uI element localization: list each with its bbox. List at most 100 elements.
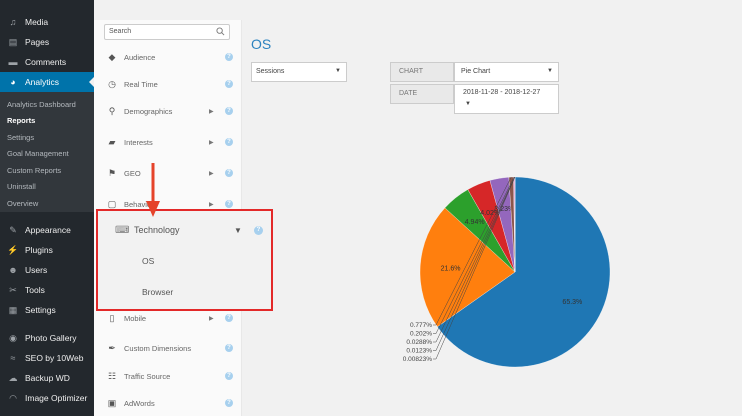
mobile-icon: ▯ bbox=[109, 312, 115, 323]
chevron-right-icon[interactable]: ▶ bbox=[209, 315, 214, 322]
report-menu-item-traffic-source[interactable]: ☷ Traffic Source? bbox=[94, 368, 242, 384]
help-icon[interactable]: ? bbox=[225, 53, 233, 61]
wp-menu-item-backup-wd[interactable]: ☁ Backup WD bbox=[0, 368, 94, 388]
search-icon[interactable] bbox=[216, 27, 225, 36]
wp-menu-item-label: Appearance bbox=[25, 225, 71, 235]
wp-menu-item-settings[interactable]: ▦ Settings bbox=[0, 300, 94, 320]
help-icon[interactable]: ? bbox=[225, 314, 233, 322]
photo-gallery-icon: ◉ bbox=[9, 332, 17, 343]
pie-slice-label: 4.94% bbox=[465, 219, 485, 226]
help-icon[interactable]: ? bbox=[225, 372, 233, 380]
wp-menu-item-users[interactable]: ☻ Users bbox=[0, 260, 94, 280]
metric-select-value: Sessions bbox=[256, 68, 285, 75]
report-menu-item-mobile[interactable]: ▯ Mobile ▶? bbox=[94, 310, 242, 326]
wp-menu-item-comments[interactable]: ▬ Comments bbox=[0, 52, 94, 72]
custom-dimensions-icon: ✒ bbox=[108, 342, 116, 353]
report-menu-item-custom-dimensions[interactable]: ✒ Custom Dimensions? bbox=[94, 340, 242, 356]
report-menu-item-interests[interactable]: ▰ Interests ▶? bbox=[94, 134, 242, 150]
search-input[interactable]: Search bbox=[104, 24, 230, 40]
wp-menu-item-pages[interactable]: ▤ Pages bbox=[0, 32, 94, 52]
wp-menu-item-label: Photo Gallery bbox=[25, 333, 77, 343]
chevron-right-icon[interactable]: ▶ bbox=[209, 108, 214, 115]
wp-menu-item-label: Tools bbox=[25, 285, 45, 295]
wp-menu-item-media[interactable]: ♫ Media bbox=[0, 12, 94, 32]
settings-icon: ▦ bbox=[8, 304, 18, 315]
backup-icon: ☁ bbox=[8, 372, 18, 383]
wp-menu-item-appearance[interactable]: ✎ Appearance bbox=[0, 220, 94, 240]
report-menu-item-label: Demographics bbox=[124, 106, 173, 116]
appearance-icon: ✎ bbox=[9, 224, 17, 235]
wp-menu-item-label: Analytics bbox=[25, 77, 60, 87]
traffic-source-icon: ☷ bbox=[107, 370, 117, 381]
help-icon[interactable]: ? bbox=[225, 138, 233, 146]
wp-admin-sidebar: Analytics Dashboard Reports Settings Goal M… bbox=[0, 0, 94, 416]
chart-type-select[interactable]: Pie Chart ▼ bbox=[454, 62, 559, 82]
report-menu-item-label: Interests bbox=[124, 137, 153, 147]
technology-icon: ⌨ bbox=[115, 224, 130, 236]
wp-menu-item-analytics[interactable]: ◕ Analytics bbox=[0, 72, 94, 92]
wp-menu-item-seo-by-10web[interactable]: ≈ SEO by 10Web bbox=[0, 348, 94, 368]
chart-label: CHART bbox=[390, 62, 454, 82]
report-menu-item-adwords[interactable]: ▣ AdWords? bbox=[94, 395, 242, 411]
chevron-right-icon[interactable]: ▶ bbox=[209, 201, 214, 208]
help-icon[interactable]: ? bbox=[225, 80, 233, 88]
wp-menu-item-photo-gallery[interactable]: ◉ Photo Gallery bbox=[0, 328, 94, 348]
wp-menu-item-label: Comments bbox=[25, 57, 67, 67]
pie-slice-label: 0.0288% bbox=[406, 339, 432, 346]
wp-menu-item-label: SEO by 10Web bbox=[25, 353, 84, 363]
caret-down-icon: ▼ bbox=[465, 101, 471, 107]
chevron-right-icon[interactable]: ▶ bbox=[209, 170, 214, 177]
wp-submenu-item-analytics-dashboard[interactable]: Analytics Dashboard bbox=[7, 100, 76, 109]
page-title: OS bbox=[251, 36, 272, 52]
wp-submenu-item-reports[interactable]: Reports bbox=[7, 116, 35, 125]
help-icon[interactable]: ? bbox=[225, 344, 233, 352]
report-menu-item-label: Mobile bbox=[124, 313, 147, 323]
report-menu-item-demographics[interactable]: ⚲ Demographics ▶? bbox=[94, 103, 242, 119]
report-menu-item-label: AdWords bbox=[124, 398, 155, 408]
wp-menu-item-image-optimizer[interactable]: ◠ Image Optimizer bbox=[0, 388, 94, 408]
date-range-select[interactable]: 2018-11-28 - 2018-12-27 ▼ bbox=[454, 84, 559, 114]
adwords-icon: ▣ bbox=[107, 397, 117, 408]
behavior-icon: ▢ bbox=[107, 198, 117, 209]
chart-type-value: Pie Chart bbox=[461, 68, 491, 75]
plugins-icon: ⚡ bbox=[7, 244, 19, 255]
seo-icon: ≈ bbox=[10, 353, 16, 363]
pages-icon: ▤ bbox=[8, 36, 18, 47]
wp-submenu-item-custom-reports[interactable]: Custom Reports bbox=[7, 166, 61, 175]
wp-menu-item-label: Backup WD bbox=[25, 373, 70, 383]
users-icon: ☻ bbox=[8, 265, 18, 275]
report-menu-item-real-time[interactable]: ◷ Real Time? bbox=[94, 76, 242, 92]
wp-menu-item-plugins[interactable]: ⚡ Plugins bbox=[0, 240, 94, 260]
technology-highlight-box: ⌨ Technology ▼ ? OS Browser bbox=[96, 209, 273, 311]
pie-slice-label: 21.6% bbox=[441, 265, 461, 272]
wp-menu-item-label: Image Optimizer bbox=[25, 393, 88, 403]
help-icon[interactable]: ? bbox=[225, 107, 233, 115]
wp-menu-item-tools[interactable]: ✂ Tools bbox=[0, 280, 94, 300]
interests-icon: ▰ bbox=[108, 136, 116, 147]
pie-slice-label: 0.777% bbox=[410, 322, 432, 329]
wp-submenu-item-settings[interactable]: Settings bbox=[7, 133, 34, 142]
report-submenu-item-os[interactable]: OS bbox=[142, 256, 154, 266]
report-menu-item-geo[interactable]: ⚑ GEO ▶? bbox=[94, 165, 242, 181]
wp-submenu-item-uninstall[interactable]: Uninstall bbox=[7, 182, 36, 191]
chevron-right-icon[interactable]: ▶ bbox=[209, 139, 214, 146]
media-icon: ♫ bbox=[9, 17, 17, 27]
report-menu-item-technology[interactable]: ⌨ Technology ▼ ? bbox=[98, 221, 271, 239]
wp-submenu-item-overview[interactable]: Overview bbox=[7, 199, 38, 208]
wp-menu-item-label: Pages bbox=[25, 37, 50, 47]
help-icon[interactable]: ? bbox=[225, 200, 233, 208]
geo-icon: ⚑ bbox=[107, 167, 117, 178]
chevron-down-icon[interactable]: ▼ bbox=[234, 226, 242, 235]
report-submenu-item-browser[interactable]: Browser bbox=[142, 287, 173, 297]
help-icon[interactable]: ? bbox=[225, 399, 233, 407]
help-icon[interactable]: ? bbox=[225, 169, 233, 177]
metric-select[interactable]: Sessions ▼ bbox=[251, 62, 347, 82]
wp-menu-item-label: Users bbox=[25, 265, 48, 275]
help-icon[interactable]: ? bbox=[254, 225, 263, 235]
report-menu-item-audience[interactable]: ◆ Audience? bbox=[94, 49, 242, 65]
comments-icon: ▬ bbox=[8, 57, 18, 67]
demographics-icon: ⚲ bbox=[108, 105, 116, 116]
wp-menu-item-label: Settings bbox=[25, 305, 56, 315]
search-placeholder: Search bbox=[109, 28, 132, 35]
wp-submenu-item-goal-management[interactable]: Goal Management bbox=[7, 149, 69, 158]
